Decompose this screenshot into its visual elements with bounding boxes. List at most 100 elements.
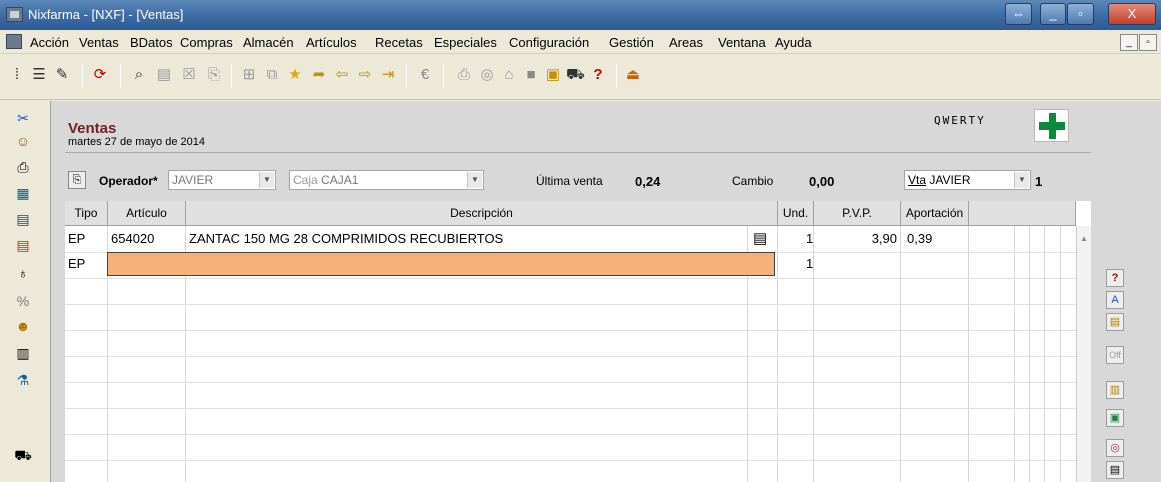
toolbar-separator [231,64,232,88]
list-icon[interactable]: ☰ [30,66,48,84]
column-header-aportacion[interactable]: Aportación [901,201,969,226]
print-icon[interactable]: ⎙ [455,66,473,84]
toolbar-separator [406,64,407,88]
pill-icon[interactable]: ◎ [1106,439,1124,457]
books-icon[interactable]: ▥ [14,344,32,362]
mdi-restore-button[interactable]: ▫ [1139,34,1157,51]
euro-icon[interactable]: € [416,66,434,84]
menu-especiales[interactable]: Especiales [434,35,497,50]
report-icon[interactable]: ▣ [544,66,562,84]
mdi-minimize-button[interactable]: _ [1120,34,1138,51]
vta-value: JAVIER [929,173,971,187]
vta-select[interactable]: Vta JAVIER ▼ [904,170,1031,190]
mortar-icon[interactable]: ♁ [14,264,32,282]
zoom-icon[interactable]: ◎ [478,66,496,84]
flask-icon[interactable]: ⚗ [14,371,32,389]
binoculars-icon[interactable]: ⌕ [130,66,148,84]
maximize-button[interactable]: ▫ [1067,3,1094,25]
column-header-empty [969,201,1076,226]
cambio-label: Cambio [732,174,774,188]
note-icon[interactable]: ▤ [1106,313,1124,331]
menu-bar: Acción Ventas BDatos Compras Almacén Art… [0,30,1161,54]
edit-icon[interactable]: ✎ [53,66,71,84]
document-icon[interactable] [6,34,22,49]
operador-select[interactable]: JAVIER ▼ [168,170,276,190]
help-icon[interactable]: ? [589,66,607,84]
ventas-form: Ventas martes 27 de mayo de 2014 QWERTY … [50,101,1100,482]
help-icon[interactable]: ? [1106,269,1124,287]
column-header-und[interactable]: Und. [778,201,814,226]
copy-record-icon[interactable]: ⧉ [263,66,281,84]
home-icon[interactable]: ⌂ [500,66,518,84]
grip-icon: ⁞ [14,66,20,83]
restore-icon[interactable]: ⇔ [1005,3,1032,25]
window-title: Nixfarma - [NXF] - [Ventas] [28,7,184,22]
chevron-down-icon[interactable]: ▼ [1014,172,1029,188]
column-header-pvp[interactable]: P.V.P. [814,201,901,226]
menu-ventas[interactable]: Ventas [79,35,119,50]
table-scrollbar[interactable]: ▲ [1076,226,1091,482]
menu-bdatos[interactable]: BDatos [130,35,173,50]
ultima-venta-value: 0,24 [635,174,661,189]
column-header-descripcion[interactable]: Descripción [186,201,778,226]
cell-descripcion: ZANTAC 150 MG 28 COMPRIMIDOS RECUBIERTOS [189,231,504,246]
font-icon[interactable]: A [1106,291,1124,309]
cut-icon[interactable]: ✂ [14,109,32,127]
menu-articulos[interactable]: Artículos [306,35,357,50]
arrow-right-icon[interactable]: ⇨ [356,66,374,84]
people-icon[interactable]: ☻ [14,317,32,335]
menu-almacen[interactable]: Almacén [243,35,294,50]
close-form-icon[interactable]: ☒ [180,66,198,84]
toolbar-separator [120,64,121,88]
off-button[interactable]: Off [1106,346,1124,364]
cashbox-icon[interactable]: ⛟ [14,446,32,464]
arrow-left-icon[interactable]: ⇦ [333,66,351,84]
document-icon[interactable]: ▤ [1106,461,1124,479]
menu-configuracion[interactable]: Configuración [509,35,589,50]
barcode-icon[interactable]: ▥ [1106,381,1124,399]
pharmacy-cross-logo [1034,109,1069,142]
menu-compras[interactable]: Compras [180,35,233,50]
cell-pvp: 3,90 [871,231,897,246]
image-icon[interactable]: ▣ [1106,409,1124,427]
form-icon[interactable]: ▤ [155,66,173,84]
toolbar-separator [82,64,83,88]
percent-icon[interactable]: % [14,292,32,310]
star-icon[interactable]: ★ [286,66,304,84]
refresh-icon[interactable]: ⟳ [91,66,109,84]
stop-icon[interactable]: ■ [522,66,540,84]
receipt-si-icon[interactable]: ▤ [14,210,32,228]
menu-ayuda[interactable]: Ayuda [775,35,812,50]
upload-icon[interactable]: ⏏ [624,66,642,84]
export-icon[interactable]: ⎘ [205,66,223,84]
arrow-last-icon[interactable]: ⇥ [379,66,397,84]
vta-number: 1 [1035,174,1043,189]
cell-und: 1 [806,231,814,246]
menu-areas[interactable]: Areas [669,35,703,50]
new-record-icon[interactable]: ⊞ [240,66,258,84]
articulo-edit-input[interactable] [107,252,775,276]
caja-select[interactable]: Caja CAJA1 ▼ [289,170,484,190]
column-header-articulo[interactable]: Artículo [108,201,186,226]
menu-ventana[interactable]: Ventana [718,35,766,50]
printer-icon[interactable]: ⎙ [14,158,32,176]
cart-icon[interactable]: ⛟ [566,66,585,84]
copy-icon[interactable]: ⎘ [68,171,86,189]
menu-recetas[interactable]: Recetas [375,35,423,50]
receipt-no-icon[interactable]: ▤ [14,236,32,254]
menu-gestion[interactable]: Gestión [609,35,654,50]
scroll-up-icon[interactable]: ▲ [1080,234,1088,243]
ultima-venta-label: Última venta [536,174,603,188]
user-icon[interactable]: ☺ [14,132,32,150]
cell-und: 1 [806,256,814,271]
chevron-down-icon[interactable]: ▼ [467,172,482,188]
app-icon [6,7,23,22]
goto-icon[interactable]: ➦ [310,66,328,84]
chevron-down-icon[interactable]: ▼ [259,172,274,188]
menu-accion[interactable]: Acción [30,35,69,50]
network-icon[interactable]: ▦ [14,184,32,202]
info-icon[interactable]: ▤ [753,227,767,251]
minimize-button[interactable]: _ [1040,3,1066,25]
close-button[interactable]: X [1108,3,1156,25]
column-header-tipo[interactable]: Tipo [65,201,108,226]
